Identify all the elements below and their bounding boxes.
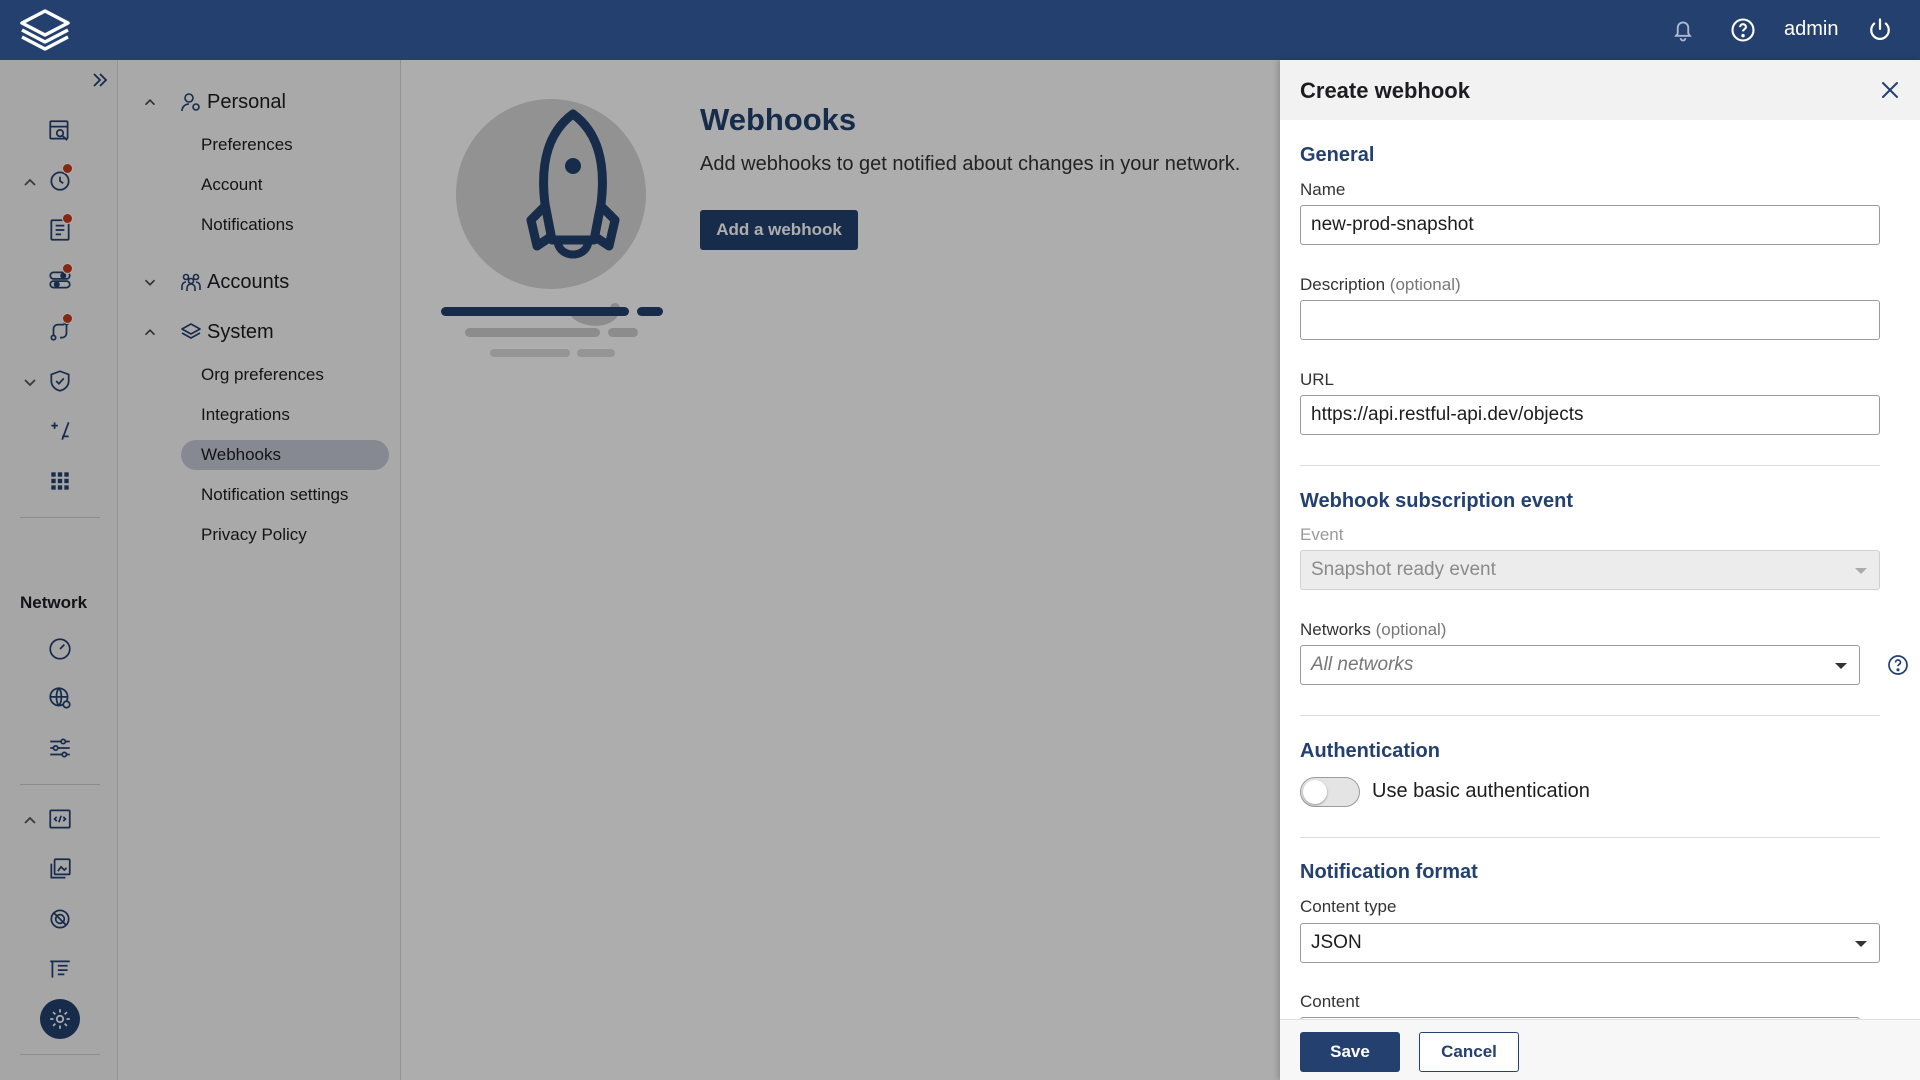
help-circle-icon[interactable] — [1729, 16, 1757, 44]
networks-select-placeholder: All networks — [1311, 654, 1414, 675]
name-input[interactable]: new-prod-snapshot — [1300, 205, 1880, 245]
networks-label: Networks (optional) — [1300, 620, 1446, 640]
content-type-label: Content type — [1300, 897, 1397, 916]
top-bar: admin — [0, 0, 1920, 60]
section-divider — [1300, 465, 1880, 466]
drawer-header: Create webhook — [1280, 60, 1920, 120]
section-authentication-title: Authentication — [1300, 740, 1440, 762]
power-icon[interactable] — [1866, 16, 1894, 44]
optional-tag: (optional) — [1389, 275, 1461, 294]
optional-tag: (optional) — [1375, 620, 1447, 639]
drawer-title: Create webhook — [1300, 78, 1470, 103]
section-subscription-title: Webhook subscription event — [1300, 490, 1573, 512]
section-divider — [1300, 837, 1880, 838]
basic-auth-toggle[interactable] — [1300, 777, 1360, 807]
bell-icon[interactable] — [1669, 16, 1697, 44]
dropdown-arrow-icon — [1835, 663, 1847, 669]
event-select-value: Snapshot ready event — [1311, 559, 1496, 580]
url-input[interactable]: https://api.restful-api.dev/objects — [1300, 395, 1880, 435]
user-menu[interactable]: admin — [1784, 18, 1838, 41]
dropdown-arrow-icon — [1855, 941, 1867, 947]
close-icon[interactable] — [1878, 78, 1902, 102]
basic-auth-label: Use basic authentication — [1372, 780, 1590, 802]
description-label: Description (optional) — [1300, 275, 1461, 295]
networks-label-text: Networks — [1300, 620, 1371, 639]
save-button[interactable]: Save — [1300, 1032, 1400, 1072]
cancel-button[interactable]: Cancel — [1419, 1032, 1519, 1072]
help-circle-icon[interactable] — [1886, 653, 1910, 677]
content-type-value: JSON — [1311, 932, 1362, 953]
create-webhook-drawer: Create webhook General Name new-prod-sna… — [1280, 60, 1920, 1080]
toggle-knob — [1303, 780, 1327, 804]
app-logo[interactable] — [18, 8, 72, 52]
dropdown-arrow-icon — [1855, 568, 1867, 574]
description-input[interactable] — [1300, 300, 1880, 340]
event-label: Event — [1300, 525, 1344, 544]
content-type-select[interactable]: JSON — [1300, 923, 1880, 963]
content-label: Content — [1300, 992, 1360, 1011]
event-select: Snapshot ready event — [1300, 550, 1880, 590]
name-label: Name — [1300, 180, 1346, 199]
url-label: URL — [1300, 370, 1335, 389]
section-divider — [1300, 715, 1880, 716]
description-label-text: Description — [1300, 275, 1386, 294]
drawer-footer: Save Cancel — [1280, 1019, 1920, 1080]
networks-select[interactable]: All networks — [1300, 645, 1860, 685]
modal-overlay[interactable] — [0, 60, 1280, 1080]
section-general-title: General — [1300, 144, 1375, 166]
section-format-title: Notification format — [1300, 861, 1478, 883]
